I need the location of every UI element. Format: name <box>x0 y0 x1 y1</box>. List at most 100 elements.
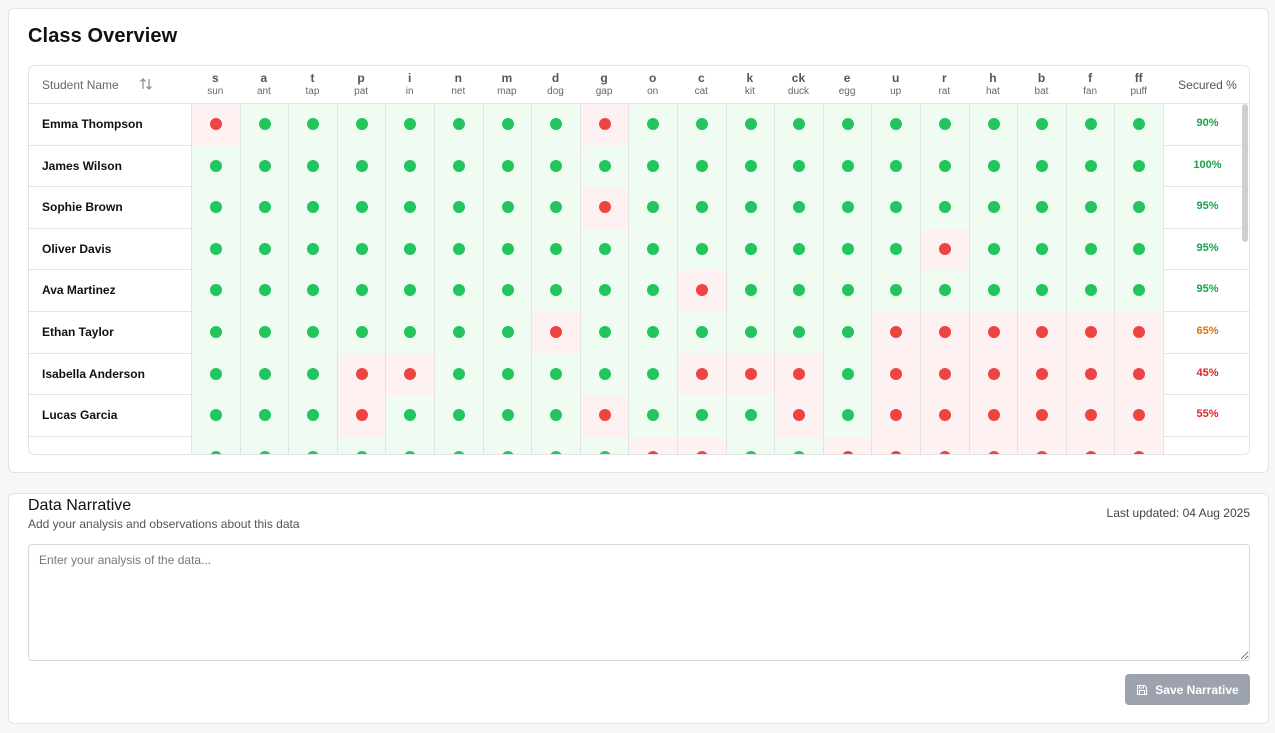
status-cell[interactable] <box>774 228 823 271</box>
status-cell[interactable] <box>434 270 483 312</box>
status-cell[interactable] <box>531 436 580 454</box>
status-cell[interactable] <box>677 436 726 454</box>
status-cell[interactable] <box>191 145 240 188</box>
status-cell[interactable] <box>822 353 872 396</box>
status-cell[interactable] <box>579 312 629 354</box>
status-cell[interactable] <box>191 436 240 454</box>
status-cell[interactable] <box>968 312 1018 354</box>
status-cell[interactable] <box>1017 395 1066 437</box>
status-cell[interactable] <box>822 395 872 437</box>
status-cell[interactable] <box>288 353 337 396</box>
status-cell[interactable] <box>482 228 532 271</box>
table-row[interactable]: Ethan Taylor 65% <box>29 312 1249 354</box>
status-cell[interactable] <box>677 187 726 229</box>
status-cell[interactable] <box>1114 312 1163 354</box>
status-cell[interactable] <box>725 145 775 188</box>
status-cell[interactable] <box>531 312 580 354</box>
status-cell[interactable] <box>336 228 386 271</box>
status-cell[interactable] <box>531 270 580 312</box>
status-cell[interactable] <box>482 353 532 396</box>
status-cell[interactable] <box>579 353 629 396</box>
status-cell[interactable] <box>822 228 872 271</box>
table-row[interactable] <box>29 436 1249 454</box>
status-cell[interactable] <box>385 312 434 354</box>
sort-icon[interactable] <box>139 77 153 91</box>
status-cell[interactable] <box>482 104 532 146</box>
status-cell[interactable] <box>677 228 726 271</box>
status-cell[interactable] <box>920 270 969 312</box>
status-cell[interactable] <box>1017 312 1066 354</box>
status-cell[interactable] <box>288 395 337 437</box>
status-cell[interactable] <box>434 187 483 229</box>
status-cell[interactable] <box>239 104 289 146</box>
status-cell[interactable] <box>385 353 434 396</box>
status-cell[interactable] <box>1065 187 1115 229</box>
status-cell[interactable] <box>385 270 434 312</box>
status-cell[interactable] <box>628 145 677 188</box>
status-cell[interactable] <box>725 353 775 396</box>
status-cell[interactable] <box>774 312 823 354</box>
status-cell[interactable] <box>1065 353 1115 396</box>
status-cell[interactable] <box>288 270 337 312</box>
status-cell[interactable] <box>336 436 386 454</box>
status-cell[interactable] <box>920 104 969 146</box>
status-cell[interactable] <box>871 228 920 271</box>
status-cell[interactable] <box>1065 145 1115 188</box>
status-cell[interactable] <box>531 145 580 188</box>
status-cell[interactable] <box>677 145 726 188</box>
status-cell[interactable] <box>239 312 289 354</box>
status-cell[interactable] <box>434 145 483 188</box>
status-cell[interactable] <box>1017 436 1066 454</box>
status-cell[interactable] <box>920 395 969 437</box>
status-cell[interactable] <box>822 104 872 146</box>
status-cell[interactable] <box>434 104 483 146</box>
status-cell[interactable] <box>920 353 969 396</box>
status-cell[interactable] <box>725 104 775 146</box>
table-row[interactable]: Lucas Garcia 55% <box>29 395 1249 437</box>
status-cell[interactable] <box>579 187 629 229</box>
status-cell[interactable] <box>628 270 677 312</box>
status-cell[interactable] <box>434 436 483 454</box>
status-cell[interactable] <box>239 187 289 229</box>
status-cell[interactable] <box>579 104 629 146</box>
status-cell[interactable] <box>920 312 969 354</box>
status-cell[interactable] <box>434 395 483 437</box>
status-cell[interactable] <box>239 353 289 396</box>
status-cell[interactable] <box>628 187 677 229</box>
status-cell[interactable] <box>871 104 920 146</box>
status-cell[interactable] <box>482 436 532 454</box>
status-cell[interactable] <box>288 145 337 188</box>
status-cell[interactable] <box>822 187 872 229</box>
status-cell[interactable] <box>191 187 240 229</box>
status-cell[interactable] <box>920 187 969 229</box>
status-cell[interactable] <box>336 353 386 396</box>
status-cell[interactable] <box>725 312 775 354</box>
status-cell[interactable] <box>336 187 386 229</box>
status-cell[interactable] <box>288 104 337 146</box>
status-cell[interactable] <box>482 395 532 437</box>
status-cell[interactable] <box>336 104 386 146</box>
status-cell[interactable] <box>336 270 386 312</box>
status-cell[interactable] <box>385 395 434 437</box>
status-cell[interactable] <box>191 395 240 437</box>
status-cell[interactable] <box>239 228 289 271</box>
status-cell[interactable] <box>822 270 872 312</box>
status-cell[interactable] <box>579 228 629 271</box>
status-cell[interactable] <box>725 228 775 271</box>
status-cell[interactable] <box>677 270 726 312</box>
status-cell[interactable] <box>1065 270 1115 312</box>
status-cell[interactable] <box>968 395 1018 437</box>
status-cell[interactable] <box>191 353 240 396</box>
status-cell[interactable] <box>871 270 920 312</box>
status-cell[interactable] <box>628 353 677 396</box>
status-cell[interactable] <box>239 395 289 437</box>
status-cell[interactable] <box>628 228 677 271</box>
status-cell[interactable] <box>774 395 823 437</box>
status-cell[interactable] <box>288 312 337 354</box>
table-row[interactable]: Oliver Davis 95% <box>29 228 1249 271</box>
status-cell[interactable] <box>1017 145 1066 188</box>
status-cell[interactable] <box>871 395 920 437</box>
status-cell[interactable] <box>968 187 1018 229</box>
status-cell[interactable] <box>288 187 337 229</box>
status-cell[interactable] <box>434 353 483 396</box>
